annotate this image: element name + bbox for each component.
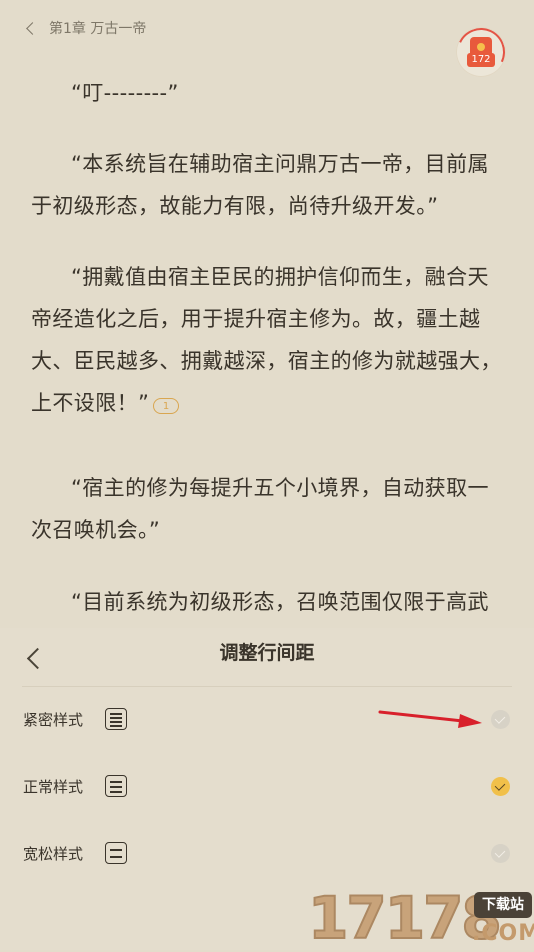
compact-spacing-icon [105, 708, 127, 730]
divider [22, 686, 512, 687]
option-label: 宽松样式 [23, 845, 84, 863]
paragraph: “拥戴值由宿主臣民的拥护信仰而生，融合天帝经造化之后，用于提升宿主修为。故，疆土… [31, 256, 507, 424]
comment-bubble-icon[interactable]: 1 [153, 398, 180, 414]
check-circle-selected-icon[interactable] [491, 777, 510, 796]
chevron-left-icon[interactable] [26, 21, 39, 35]
normal-spacing-icon [105, 775, 127, 797]
option-normal[interactable]: 正常样式 [0, 767, 534, 807]
red-packet-count: 172 [467, 53, 495, 67]
check-circle-icon[interactable] [491, 710, 510, 729]
option-label: 紧密样式 [23, 711, 84, 729]
red-packet-button[interactable]: 172 [450, 21, 512, 83]
paragraph: “宿主的修为每提升五个小境界，自动获取一次召唤机会。” [31, 476, 489, 542]
annotation-arrow-icon [378, 710, 482, 728]
loose-spacing-icon [105, 842, 127, 864]
chapter-header[interactable]: 第1章 万古一帝 [26, 16, 147, 40]
paragraph-text: “拥戴值由宿主臣民的拥护信仰而生，融合天帝经造化之后，用于提升宿主修为。故，疆土… [31, 265, 502, 415]
check-circle-icon[interactable] [491, 844, 510, 863]
panel-title: 调整行间距 [219, 642, 315, 664]
option-loose[interactable]: 宽松样式 [0, 834, 534, 874]
reader-page: 第1章 万古一帝 172 “叮--------” “本系统旨在辅助宿主问鼎万古一… [0, 0, 534, 656]
watermark-box: 下载站 [474, 892, 532, 918]
comment-count: 1 [162, 401, 170, 412]
watermark-domain: .COM [472, 921, 534, 946]
paragraph: “叮--------” [71, 81, 179, 105]
chapter-title: 第1章 万古一帝 [49, 21, 147, 37]
paragraph: “本系统旨在辅助宿主问鼎万古一帝，目前属于初级形态，故能力有限，尚待升级开发。” [31, 152, 489, 218]
watermark-logo: 17178 下载站 .COM [307, 885, 534, 951]
option-label: 正常样式 [23, 778, 84, 796]
panel-header: 调整行间距 [0, 628, 534, 686]
